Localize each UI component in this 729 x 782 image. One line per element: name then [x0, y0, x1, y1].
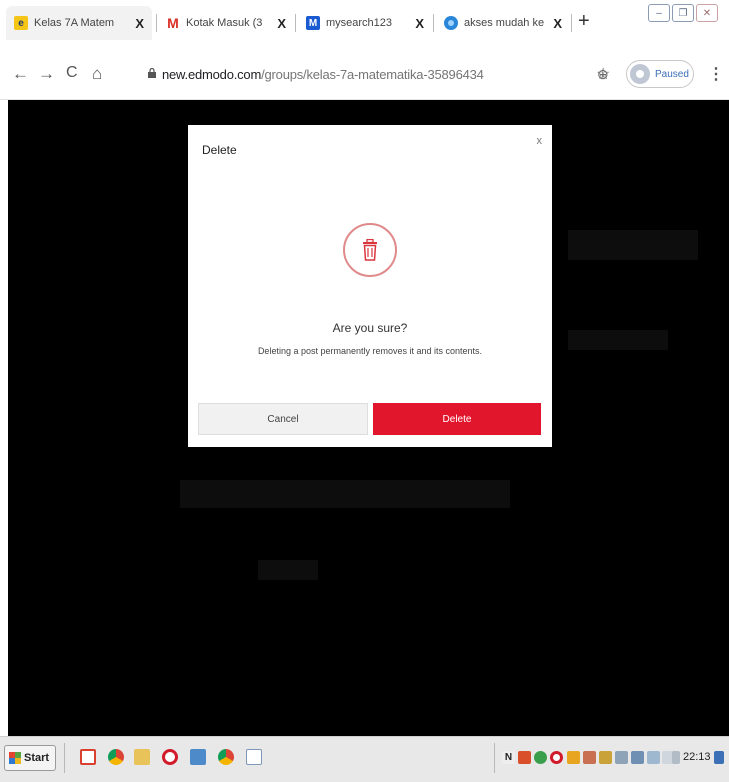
reload-button[interactable]: C [66, 65, 78, 81]
monitor-icon[interactable] [631, 751, 644, 764]
close-icon[interactable]: X [135, 16, 144, 31]
home-button[interactable]: ⌂ [92, 65, 102, 82]
n-icon[interactable]: N [502, 751, 515, 764]
back-button[interactable]: ← [12, 65, 29, 82]
trash-icon [363, 239, 377, 261]
dialog-title: Delete [202, 143, 237, 157]
forward-button[interactable]: → [38, 65, 55, 82]
taskbar: Start N 22:13 [0, 736, 729, 782]
close-window-button[interactable]: ✕ [696, 4, 718, 22]
minimize-button[interactable]: – [648, 4, 670, 22]
close-icon[interactable]: X [277, 16, 286, 31]
app-icon[interactable] [518, 751, 531, 764]
confirm-question: Are you sure? [332, 321, 408, 335]
start-button[interactable]: Start [4, 745, 56, 771]
background-content [568, 230, 698, 260]
avatar [630, 64, 650, 84]
web-icon [444, 16, 458, 30]
trash-icon-circle [343, 223, 397, 277]
close-icon[interactable]: X [553, 16, 562, 31]
windows-logo-icon [9, 752, 21, 764]
tab-akses-mudah[interactable]: akses mudah ke X [438, 6, 568, 40]
window-controls: – ❐ ✕ [648, 4, 718, 22]
opera-icon[interactable] [550, 751, 563, 764]
browser-toolbar: ← → C ⌂ new.edmodo.com/groups/kelas-7a-m… [0, 48, 729, 100]
network-icon[interactable] [615, 751, 628, 764]
tab-kelas-7a[interactable]: e Kelas 7A Matem X [6, 6, 152, 40]
tab-kotak-masuk[interactable]: M Kotak Masuk (3 X [160, 6, 292, 40]
address-bar[interactable]: new.edmodo.com/groups/kelas-7a-matematik… [162, 67, 484, 82]
confirm-description: Deleting a post permanently removes it a… [257, 346, 483, 356]
office-icon[interactable] [80, 749, 96, 765]
hand-icon[interactable] [599, 751, 612, 764]
close-icon[interactable]: x [537, 135, 543, 147]
opera-icon[interactable] [162, 749, 178, 765]
users-icon[interactable] [583, 751, 596, 764]
tab-mysearch[interactable]: M mysearch123 X [300, 6, 430, 40]
tab-title: Kotak Masuk (3 [186, 17, 263, 29]
chrome-icon[interactable] [218, 749, 234, 765]
show-desktop-icon[interactable] [714, 751, 724, 764]
tab-divider [571, 14, 572, 32]
chrome-icon[interactable] [108, 749, 124, 765]
bookmark-star-icon[interactable]: ☆ [596, 64, 610, 84]
new-tab-button[interactable]: + [578, 11, 590, 31]
volume-icon[interactable] [672, 751, 680, 764]
profile-status: Paused [655, 68, 689, 80]
document-icon[interactable] [246, 749, 262, 765]
lock-icon [148, 68, 156, 78]
clock[interactable]: 22:13 [683, 751, 711, 763]
browser-menu-icon[interactable]: ⋮ [708, 64, 724, 84]
start-label: Start [24, 752, 50, 764]
cancel-button[interactable]: Cancel [198, 403, 368, 435]
tab-divider [433, 14, 434, 32]
edmodo-icon: e [14, 16, 28, 30]
mysearch-icon: M [306, 16, 320, 30]
mouse-icon[interactable] [647, 751, 660, 764]
shield-icon[interactable] [567, 751, 580, 764]
url-path: /groups/kelas-7a-matematika-35896434 [261, 67, 484, 82]
taskbar-divider [494, 743, 495, 773]
maximize-button[interactable]: ❐ [672, 4, 694, 22]
delete-button[interactable]: Delete [373, 403, 541, 435]
delete-dialog: Delete x Are you sure? Deleting a post p… [188, 125, 552, 447]
tab-divider [295, 14, 296, 32]
taskbar-divider [64, 743, 65, 773]
tab-divider [156, 14, 157, 32]
profile-button[interactable]: Paused [626, 60, 694, 88]
tab-strip: e Kelas 7A Matem X M Kotak Masuk (3 X M … [0, 0, 729, 48]
tab-title: akses mudah ke [464, 17, 545, 29]
close-icon[interactable]: X [415, 16, 424, 31]
tab-title: mysearch123 [326, 17, 393, 29]
gmail-icon: M [166, 15, 180, 31]
tab-title: Kelas 7A Matem [34, 17, 115, 29]
folder-icon[interactable] [134, 749, 150, 765]
notes-icon[interactable] [190, 749, 206, 765]
background-content [258, 560, 318, 580]
globe-icon[interactable] [534, 751, 547, 764]
url-host: new.edmodo.com [162, 67, 262, 82]
background-content [180, 480, 510, 508]
background-content [568, 330, 668, 350]
